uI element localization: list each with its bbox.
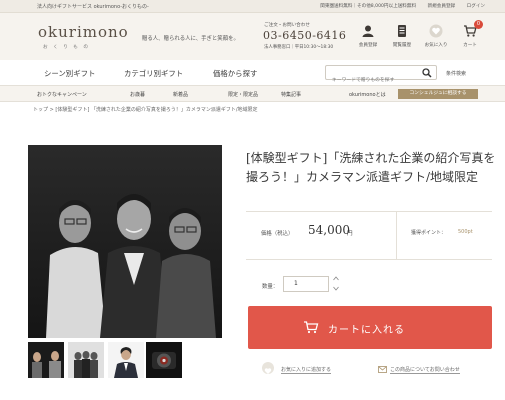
price-box: 価格（税込） 54,000 円 獲得ポイント： 500pt — [246, 211, 492, 260]
nav-category-gift[interactable]: カテゴリ別ギフト — [124, 68, 183, 79]
favorite-button[interactable]: お気に入り — [419, 24, 453, 54]
thumbnail-1[interactable] — [28, 342, 64, 378]
member-label: 会員登録 — [358, 43, 378, 48]
cart-icon — [304, 321, 319, 334]
member-icon — [362, 25, 374, 37]
phone-label: ご注文・お問い合わせ — [264, 23, 310, 28]
concierge-button[interactable]: コンシェルジュに相談する — [398, 89, 478, 99]
subnav-new[interactable]: 新着品 — [173, 91, 188, 98]
member-button[interactable]: 会員登録 — [351, 24, 385, 54]
favorite-label: お気に入り — [424, 43, 448, 48]
topbar-links: 関東圏送料無料｜その他8,000円以上送料無料 新規会員登録 ログイン — [310, 3, 485, 9]
chevron-up-icon — [333, 276, 339, 281]
favorite-icon — [429, 24, 443, 38]
product-main-image — [28, 145, 222, 338]
phone-hours: 法人事務窓口｜平日10:30〜18:30 — [264, 45, 334, 50]
top-announcement-bar: 法人向けギフトサービス okurimono-おくりもの- 関東圏送料無料｜その他… — [0, 0, 505, 13]
history-label: 閲覧履歴 — [392, 43, 412, 48]
phone-number[interactable]: 03-6450-6416 — [263, 29, 346, 42]
thumbnail-4[interactable] — [146, 342, 182, 378]
price-divider — [396, 212, 397, 259]
quantity-label: 数量： — [262, 284, 279, 290]
inquiry-label: この商品についてお問い合わせ — [390, 367, 460, 374]
header-tagline: 贈る人、贈られる人に、手ぎと笑顔を。 — [142, 36, 239, 42]
nav-scene-gift[interactable]: シーン別ギフト — [44, 68, 95, 79]
quantity-input[interactable]: 1 — [283, 276, 329, 292]
price-value: 54,000 — [308, 223, 350, 237]
cart-count-badge: 0 — [474, 20, 483, 29]
price-unit: 円 — [347, 231, 353, 237]
points-label: 獲得ポイント： — [411, 230, 447, 236]
mail-icon — [378, 366, 387, 373]
cart-label: カート — [463, 43, 477, 48]
search-icon[interactable] — [422, 68, 432, 78]
add-favorite-label: お気に入りに追加する — [281, 367, 332, 374]
login-link[interactable]: ログイン — [467, 4, 485, 9]
signup-link[interactable]: 新規会員登録 — [428, 4, 456, 9]
breadcrumb[interactable]: トップ > [体験型ギフト] 「洗練された企業の紹介写真を撮ろう！」カメラマン派… — [33, 106, 258, 113]
service-tagline: 法人向けギフトサービス okurimono-おくりもの- — [37, 4, 149, 10]
nav-price-search[interactable]: 価格から探す — [213, 68, 257, 79]
subnav-features[interactable]: 特集記事 — [281, 91, 301, 98]
points-value: 500pt — [458, 229, 473, 235]
product-photo — [28, 145, 222, 338]
search-box — [325, 65, 437, 87]
chevron-down-icon — [333, 286, 339, 291]
thumbnail-strip — [28, 342, 222, 378]
shipping-notice: 関東圏送料無料｜その他8,000円以上送料無料 — [320, 4, 417, 9]
add-to-cart-label: カートに入れる — [328, 325, 405, 336]
quantity-down-button[interactable] — [333, 286, 339, 293]
thumbnail-3[interactable] — [108, 342, 144, 378]
advanced-search-link[interactable]: 条件検索 — [446, 70, 466, 77]
price-label: 価格（税込） — [261, 231, 294, 237]
quantity-up-button[interactable] — [333, 276, 339, 283]
sub-nav: おトクなキャンペーン お歳暮 新着品 限定・限定品 特集記事 okurimono… — [0, 86, 505, 102]
site-header: okurimono おくりもの 贈る人、贈られる人に、手ぎと笑顔を。 ご注文・お… — [0, 13, 505, 60]
thumbnail-2[interactable] — [68, 342, 104, 378]
logo-subtitle: おくりもの — [43, 45, 94, 50]
add-to-cart-button[interactable]: カートに入れる — [248, 306, 492, 349]
subnav-oseibo[interactable]: お歳暮 — [130, 91, 145, 98]
history-button[interactable]: 閲覧履歴 — [385, 24, 419, 54]
main-nav: シーン別ギフト カテゴリ別ギフト 価格から探す 条件検索 — [0, 60, 505, 87]
subnav-campaign[interactable]: おトクなキャンペーン — [37, 91, 87, 98]
history-icon — [398, 25, 406, 37]
product-title: [体験型ギフト]「洗練された企業の紹介写真を撮ろう！」カメラマン派遣ギフト/地域… — [246, 151, 496, 184]
heart-icon — [262, 362, 274, 374]
logo[interactable]: okurimono — [38, 23, 129, 41]
subnav-limited[interactable]: 限定・限定品 — [228, 91, 258, 98]
subnav-about[interactable]: okurimonoとは — [349, 91, 386, 98]
cart-button[interactable]: 0 カート — [453, 20, 487, 54]
